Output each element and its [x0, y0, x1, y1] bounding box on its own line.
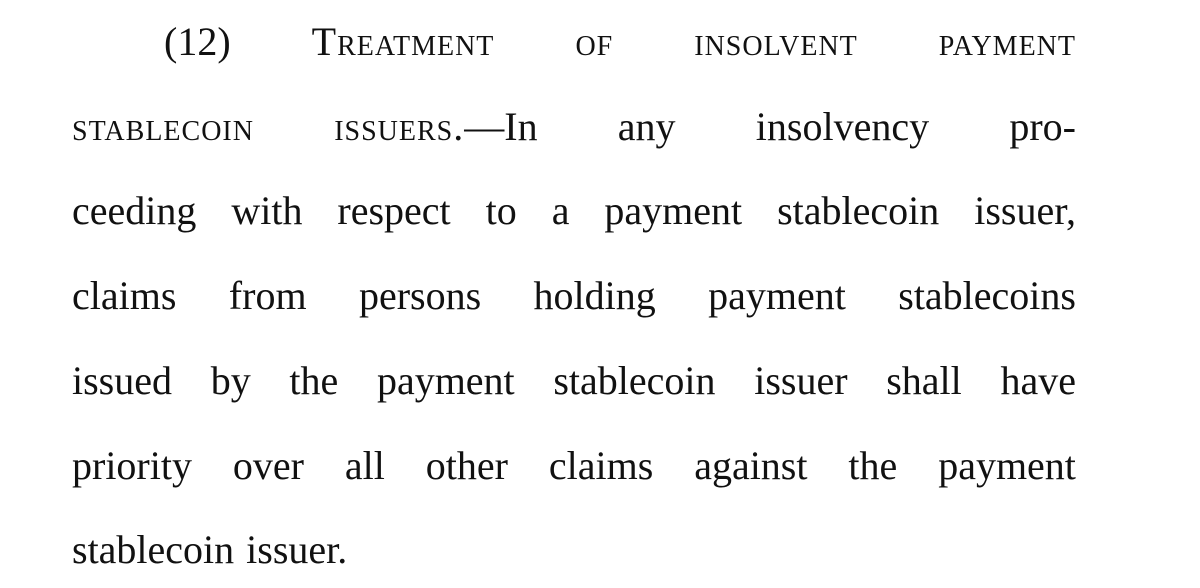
word: respect [337, 188, 451, 233]
word: shall [886, 358, 962, 403]
word: payment [376, 358, 515, 403]
word: issuer. [246, 527, 348, 572]
word: the [289, 358, 339, 403]
text-line: claims from persons holding payment stab… [72, 266, 1076, 326]
word: over [232, 443, 304, 488]
word: with [231, 188, 303, 233]
text-line: priority over all other claims against t… [72, 436, 1076, 496]
word: ceeding [72, 188, 197, 233]
word: claims [548, 443, 654, 488]
word: claims [72, 273, 177, 318]
word: any [617, 104, 676, 149]
word: issuer, [974, 188, 1076, 233]
text-line: (12) Treatment of insolvent payment [164, 12, 1076, 72]
word: stablecoin [777, 188, 940, 233]
word: all [344, 443, 385, 488]
paragraph-number: (12) [164, 19, 231, 64]
heading-word: stablecoin [72, 104, 254, 149]
word: issuer [754, 358, 848, 403]
word: issued [72, 358, 172, 403]
text-line: issued by the payment stablecoin issuer … [72, 351, 1076, 411]
word: pro- [1009, 104, 1076, 149]
word: stablecoins [898, 273, 1076, 318]
heading-word: of [575, 19, 614, 64]
text-line: ceeding with respect to a payment stable… [72, 181, 1076, 241]
word: have [1000, 358, 1076, 403]
word: persons [358, 273, 482, 318]
word: holding [533, 273, 656, 318]
word: insolvency [755, 104, 930, 149]
word: by [210, 358, 251, 403]
word: priority [72, 443, 192, 488]
word: to [485, 188, 517, 233]
word: stablecoin [72, 527, 235, 572]
word: from [228, 273, 307, 318]
word: payment [938, 443, 1076, 488]
text-line: stablecoin issuers.—In any insolvency pr… [72, 97, 1076, 157]
text-line: stablecoin issuer. [72, 520, 1076, 580]
word: a [551, 188, 570, 233]
heading-word: payment [938, 19, 1076, 64]
word: payment [604, 188, 743, 233]
heading-end: issuers.—In [334, 104, 538, 149]
heading-word: Treatment [311, 19, 495, 64]
word: the [848, 443, 898, 488]
word: other [425, 443, 508, 488]
heading-word: insolvent [694, 19, 858, 64]
word: against [694, 443, 808, 488]
word: payment [708, 273, 846, 318]
word: stablecoin [553, 358, 716, 403]
